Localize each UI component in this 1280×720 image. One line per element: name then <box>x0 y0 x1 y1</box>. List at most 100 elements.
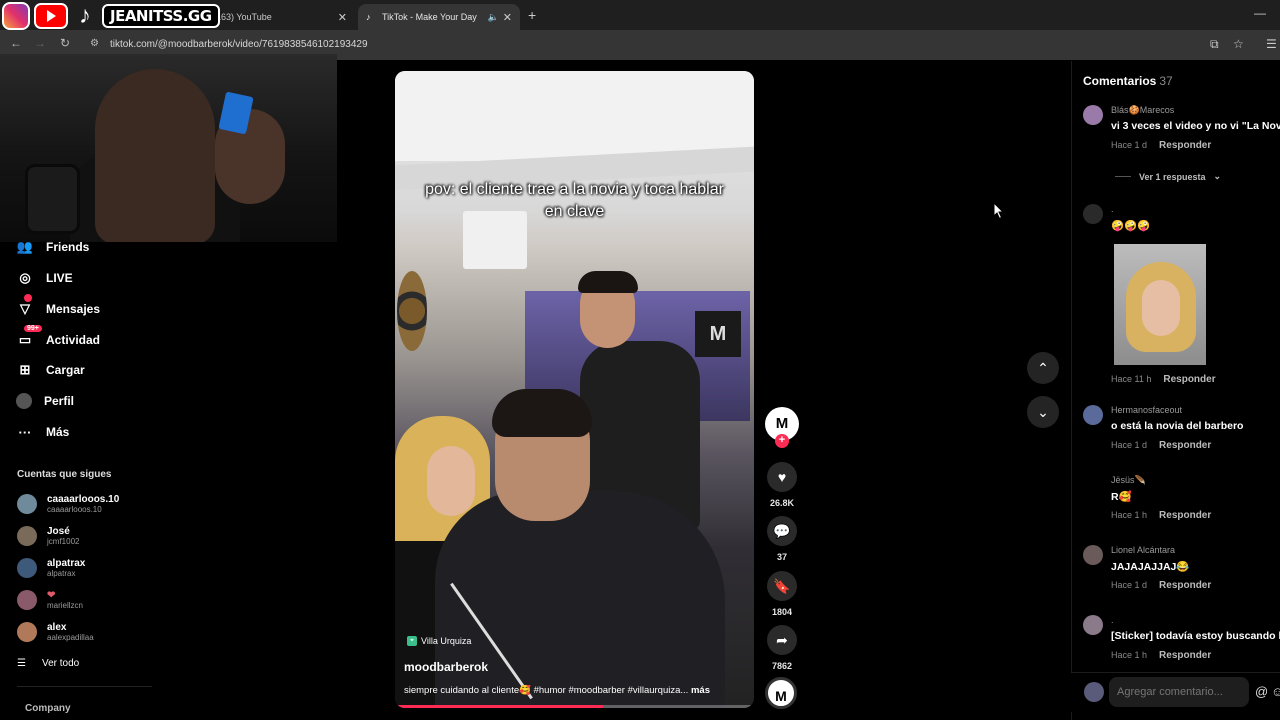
sidebar-item-messages[interactable]: ▽ Mensajes <box>16 294 101 319</box>
video-player[interactable]: M pov: el cliente trae a la novia y toca… <box>395 71 754 708</box>
following-account[interactable]: caaaarlooos.10 caaaarlooos.10 <box>17 492 119 516</box>
tab-title: (163) YouTube <box>213 12 272 22</box>
url-field[interactable]: tiktok.com/@moodbarberok/video/761983854… <box>110 39 368 50</box>
view-replies-button[interactable]: Ver 1 respuesta ⌄ <box>1115 171 1221 182</box>
sidebar-item-label: Más <box>46 425 70 439</box>
site-info-icon[interactable]: ⚙ <box>90 38 99 49</box>
location-tag[interactable]: ⌖ Villa Urquiza <box>407 636 471 646</box>
video-scene-ceiling <box>395 71 754 161</box>
sidebar-item-more[interactable]: ··· Más <box>16 422 70 442</box>
stream-overlay-logos: ♪ JEANITSS.GG <box>2 2 220 30</box>
messages-icon: ▽ <box>16 294 34 317</box>
emoji-icon[interactable]: ☺ <box>1271 684 1280 699</box>
sidebar-item-activity[interactable]: ▭ 99+ Actividad <box>16 325 100 350</box>
reply-button[interactable]: Responder <box>1159 580 1211 591</box>
comment-count: 37 <box>776 552 787 562</box>
upload-icon: ⊞ <box>19 362 31 377</box>
avatar <box>1084 682 1104 702</box>
previous-video-button[interactable]: ⌃ <box>1027 352 1059 384</box>
comment-icon: 💬 <box>773 523 791 539</box>
forward-icon[interactable]: → <box>34 36 46 50</box>
comment-meta: Hace 11 h Responder <box>1111 374 1216 385</box>
sidebar-item-upload[interactable]: ⊞ Cargar <box>16 360 85 380</box>
sidebar-item-label: LIVE <box>46 271 73 285</box>
install-app-icon[interactable]: ⧉ <box>1210 37 1219 52</box>
sidebar-item-profile[interactable]: Perfil <box>16 391 74 411</box>
chevron-down-icon: ⌄ <box>1213 171 1222 181</box>
like-button[interactable]: ♥ <box>767 462 797 492</box>
comment-user[interactable]: . <box>1111 204 1114 214</box>
webcam-person <box>95 69 215 242</box>
avatar[interactable] <box>1083 475 1103 495</box>
comments-title: Comentarios <box>1083 74 1157 88</box>
comment-user[interactable]: Lionel Alcántara <box>1111 545 1175 555</box>
tab-youtube[interactable]: (163) YouTube ✕ <box>205 4 355 30</box>
more-link[interactable]: más <box>691 685 710 696</box>
avatar[interactable] <box>1083 204 1103 224</box>
music-disc-icon[interactable]: M <box>765 677 797 709</box>
activity-badge: 99+ <box>24 325 42 332</box>
reply-button[interactable]: Responder <box>1159 510 1211 521</box>
avatar[interactable] <box>1083 105 1103 125</box>
account-handle: mariellzcn <box>47 601 84 610</box>
account-name: ❤ <box>47 590 56 601</box>
view-replies-label: Ver 1 respuesta <box>1139 171 1206 182</box>
reload-icon[interactable]: ↻ <box>60 36 70 50</box>
comment-user[interactable]: Hermanosfaceout <box>1111 405 1182 415</box>
reading-list-icon[interactable]: ☰ <box>1266 37 1277 51</box>
following-account[interactable]: alex aalexpadillaa <box>17 620 94 644</box>
close-tab-icon[interactable]: ✕ <box>338 11 347 24</box>
avatar[interactable] <box>1083 615 1103 635</box>
bookmark-star-icon[interactable]: ☆ <box>1233 37 1244 51</box>
comments-count: 37 <box>1159 74 1173 88</box>
back-icon[interactable]: ← <box>10 36 22 50</box>
video-progress-bar[interactable] <box>395 705 754 708</box>
sticker-face <box>1142 280 1180 336</box>
comment-sticker-image[interactable] <box>1114 244 1206 365</box>
reply-button[interactable]: Responder <box>1163 374 1215 385</box>
reply-button[interactable]: Responder <box>1159 440 1211 451</box>
sidebar-item-label: Perfil <box>44 394 75 408</box>
add-comment-input[interactable] <box>1109 677 1249 707</box>
comment-button[interactable]: 💬 <box>767 516 797 546</box>
video-progress-fill <box>395 705 604 708</box>
comment-user[interactable]: . <box>1111 615 1114 625</box>
sidebar-item-label: Mensajes <box>46 302 101 316</box>
avatar[interactable] <box>1083 545 1103 565</box>
see-all-following-link[interactable]: ☰ Ver todo <box>17 658 79 669</box>
new-tab-button[interactable]: + <box>528 7 536 23</box>
company-link[interactable]: Company <box>25 703 71 714</box>
next-video-button[interactable]: ⌄ <box>1027 396 1059 428</box>
reply-button[interactable]: Responder <box>1159 650 1211 661</box>
comment-time: Hace 11 h <box>1111 374 1152 384</box>
minimize-window-button[interactable]: — <box>1254 6 1266 20</box>
comment-user[interactable]: Jësüs🪶 <box>1111 475 1146 486</box>
messages-badge <box>24 294 32 302</box>
tab-tiktok[interactable]: ♪ TikTok - Make Your Day 🔈 ✕ <box>358 4 520 30</box>
mouse-cursor-icon <box>993 202 1005 220</box>
comment-user[interactable]: Blás🍪Marecos <box>1111 105 1174 116</box>
follow-plus-button[interactable]: + <box>775 434 789 448</box>
mention-icon[interactable]: @ <box>1255 684 1268 699</box>
sidebar-item-friends[interactable]: 👥 Friends <box>16 237 89 257</box>
close-tab-icon[interactable]: ✕ <box>503 11 512 24</box>
account-name: alex <box>47 622 67 633</box>
comment-text: [Sticker] todavía estoy buscando la <box>1111 630 1280 642</box>
following-account[interactable]: alpatrax alpatrax <box>17 556 85 580</box>
mute-tab-icon[interactable]: 🔈 <box>488 12 499 23</box>
share-button[interactable]: ➦ <box>767 625 797 655</box>
video-scene-client-hair <box>492 389 592 437</box>
sidebar-item-live[interactable]: ◎ LIVE <box>16 268 73 288</box>
screen: (163) YouTube ✕ ♪ TikTok - Make Your Day… <box>0 0 1280 720</box>
activity-icon: ▭ 99+ <box>16 325 42 348</box>
following-account[interactable]: ❤ mariellzcn <box>17 588 83 612</box>
following-account[interactable]: José jcmf1002 <box>17 524 79 548</box>
avatar <box>17 622 37 642</box>
video-author[interactable]: moodbarberok <box>404 660 488 674</box>
avatar[interactable] <box>1083 405 1103 425</box>
add-comment-bar: @ ☺ <box>1071 672 1280 712</box>
save-button[interactable]: 🔖 <box>767 571 797 601</box>
youtube-logo-icon <box>34 3 68 29</box>
friends-icon: 👥 <box>16 239 34 254</box>
reply-button[interactable]: Responder <box>1159 140 1211 151</box>
